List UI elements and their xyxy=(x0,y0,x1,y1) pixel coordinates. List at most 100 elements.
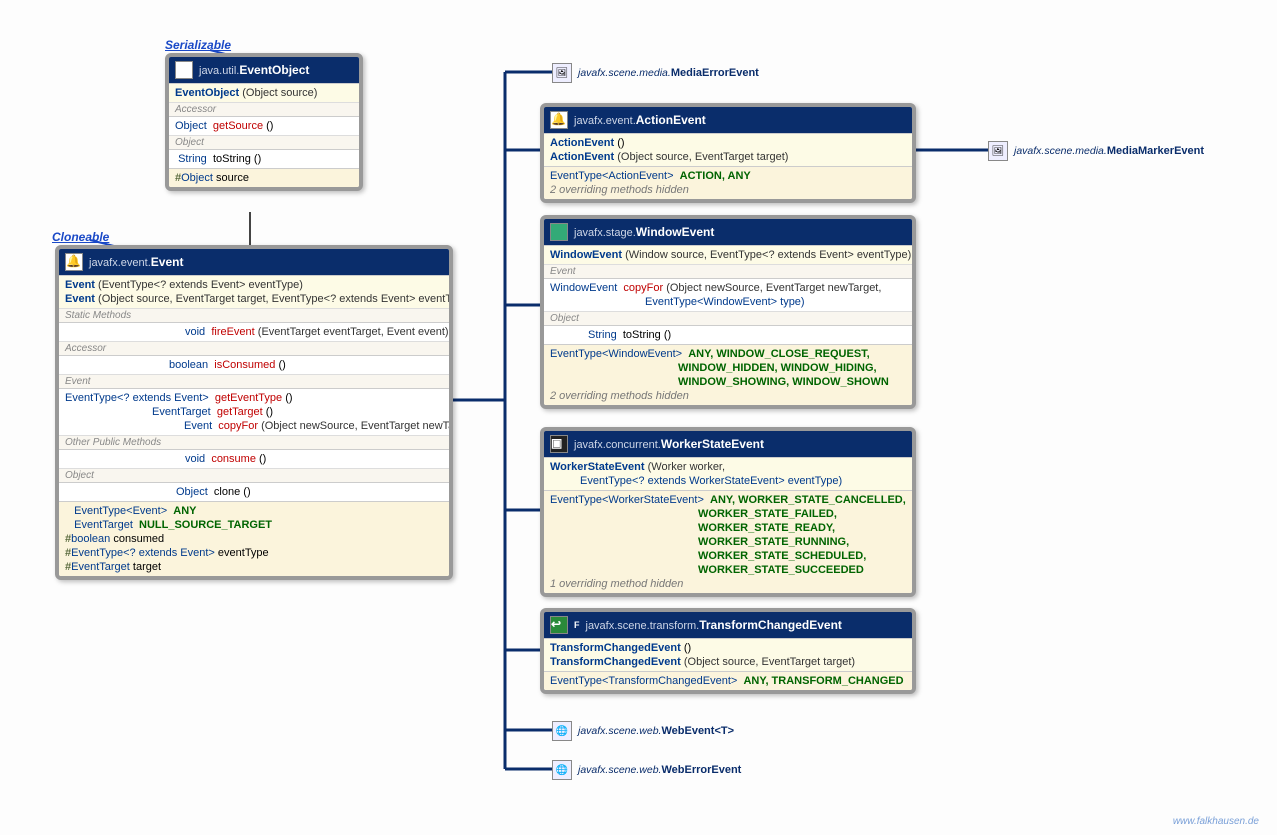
field-type: EventTarget xyxy=(71,561,130,573)
window-icon xyxy=(550,223,568,241)
method-getEventType: getEventType xyxy=(215,392,282,404)
const-type: EventType<ActionEvent> xyxy=(550,170,674,182)
class-name: Event xyxy=(151,255,184,269)
params: (EventTarget eventTarget, Event event) xyxy=(258,326,449,338)
ret-type: boolean xyxy=(169,359,208,371)
ctor: WorkerStateEvent xyxy=(550,461,645,473)
ret-type: WindowEvent xyxy=(550,282,617,294)
method-isConsumed: isConsumed xyxy=(214,359,275,371)
method-copyFor: copyFor xyxy=(623,282,663,294)
pkg-label: javafx.event. xyxy=(574,115,636,127)
method-copyFor: copyFor xyxy=(218,420,258,432)
consts1: ANY, WINDOW_CLOSE_REQUEST, xyxy=(688,348,870,360)
ctor1-params: () xyxy=(617,137,624,149)
media-icon: 🖼 xyxy=(552,63,572,83)
params: () xyxy=(664,329,671,341)
ret-type: String xyxy=(178,153,207,165)
class-name: ActionEvent xyxy=(636,113,706,127)
const-names: ACTION, ANY xyxy=(680,170,751,182)
ctor-params: (Object source) xyxy=(242,87,317,99)
pkg-label: javafx.scene.media. xyxy=(1014,145,1107,157)
const-type: EventType<Event> xyxy=(74,505,167,517)
method-clone: clone xyxy=(214,486,240,498)
params: () xyxy=(285,392,292,404)
bell-icon: 🔔 xyxy=(550,111,568,129)
class-name: EventObject xyxy=(239,63,309,77)
arrow-icon: ↩ xyxy=(550,616,568,634)
params: () xyxy=(278,359,285,371)
params: () xyxy=(266,120,273,132)
section-object: Object xyxy=(544,311,912,325)
cloneable-label: Cloneable xyxy=(52,230,109,244)
ref-media-error-event[interactable]: 🖼 javafx.scene.media.MediaErrorEvent xyxy=(552,63,759,83)
ref-media-marker-event[interactable]: 🖼 javafx.scene.media.MediaMarkerEvent xyxy=(988,141,1204,161)
method-getTarget: getTarget xyxy=(217,406,263,418)
globe-icon: 🌐 xyxy=(552,760,572,780)
class-event: 🔔 javafx.event.Event Event (EventType<? … xyxy=(55,245,453,580)
serializable-label: Serializable xyxy=(165,38,231,52)
field-type: boolean xyxy=(71,533,110,545)
field-type: Object xyxy=(181,172,213,184)
ctor2: TransformChangedEvent xyxy=(550,656,681,668)
class-name: WorkerStateEvent xyxy=(661,437,764,451)
class-name: WindowEvent xyxy=(636,225,715,239)
section-object: Object xyxy=(169,135,359,149)
field-type: EventType<? extends Event> xyxy=(71,547,215,559)
ret-type: Object xyxy=(176,486,208,498)
ctor1: ActionEvent xyxy=(550,137,614,149)
class-header: javafx.stage.WindowEvent xyxy=(544,219,912,245)
field-eventType: eventType xyxy=(218,547,269,559)
consts3: WINDOW_SHOWING, WINDOW_SHOWN xyxy=(678,376,889,388)
ctor1-params: () xyxy=(684,642,691,654)
params: (Object newSource, EventTarget newTarget… xyxy=(261,420,453,432)
ref-web-event[interactable]: 🌐 javafx.scene.web.WebEvent<T> xyxy=(552,721,734,741)
method-consume: consume xyxy=(211,453,256,465)
ret-type: Event xyxy=(184,420,212,432)
footer-note: 2 overriding methods hidden xyxy=(550,389,906,403)
section-event: Event xyxy=(544,264,912,278)
ret-type: String xyxy=(588,329,617,341)
ctor-params: (Worker worker, xyxy=(648,461,725,473)
class-name: WebEvent<T> xyxy=(661,725,734,737)
class-header: 🔔 javafx.event.Event xyxy=(59,249,449,275)
ctor1: TransformChangedEvent xyxy=(550,642,681,654)
const-type: EventType<WindowEvent> xyxy=(550,348,682,360)
consts4: WORKER_STATE_RUNNING, xyxy=(698,536,849,548)
class-worker-state-event: ▣ javafx.concurrent.WorkerStateEvent Wor… xyxy=(540,427,916,597)
pkg-label: java.util. xyxy=(199,65,239,77)
const-type: EventType<WorkerStateEvent> xyxy=(550,494,704,506)
field-source: source xyxy=(216,172,249,184)
class-transform-changed-event: ↩ F javafx.scene.transform.TransformChan… xyxy=(540,608,916,694)
media-icon: 🖼 xyxy=(988,141,1008,161)
const-any: ANY xyxy=(173,505,196,517)
ctor2: ActionEvent xyxy=(550,151,614,163)
consts2: WINDOW_HIDDEN, WINDOW_HIDING, xyxy=(678,362,877,374)
const-names: ANY, TRANSFORM_CHANGED xyxy=(743,675,903,687)
class-name: WebErrorEvent xyxy=(661,764,741,776)
params: () xyxy=(254,153,261,165)
ctor1-params: (EventType<? extends Event> eventType) xyxy=(98,279,303,291)
field-consumed: consumed xyxy=(113,533,164,545)
class-action-event: 🔔 javafx.event.ActionEvent ActionEvent (… xyxy=(540,103,916,203)
section-event: Event xyxy=(59,374,449,388)
ret-type: void xyxy=(185,326,205,338)
ctor-params-cont: EventType<? extends WorkerStateEvent> ev… xyxy=(580,475,842,487)
params: (Object newSource, EventTarget newTarget… xyxy=(666,282,881,294)
ref-web-error-event[interactable]: 🌐 javafx.scene.web.WebErrorEvent xyxy=(552,760,741,780)
class-name: MediaMarkerEvent xyxy=(1107,145,1204,157)
pkg-label: javafx.scene.transform. xyxy=(586,620,700,632)
class-header: 🔔 javafx.event.ActionEvent xyxy=(544,107,912,133)
footer-link[interactable]: www.falkhausen.de xyxy=(1173,816,1259,827)
params: () xyxy=(259,453,266,465)
consts5: WORKER_STATE_SCHEDULED, xyxy=(698,550,866,562)
consts2: WORKER_STATE_FAILED, xyxy=(698,508,837,520)
globe-icon: 🌐 xyxy=(552,721,572,741)
gear-icon: ⚙ xyxy=(175,61,193,79)
class-name: TransformChangedEvent xyxy=(699,618,842,632)
ctor2-params: (Object source, EventTarget target) xyxy=(617,151,788,163)
section-other: Other Public Methods xyxy=(59,435,449,449)
ret-type: EventTarget xyxy=(152,406,211,418)
consts6: WORKER_STATE_SUCCEEDED xyxy=(698,564,864,576)
ctor2-params: (Object source, EventTarget target, Even… xyxy=(98,293,453,305)
pkg-label: javafx.concurrent. xyxy=(574,439,661,451)
